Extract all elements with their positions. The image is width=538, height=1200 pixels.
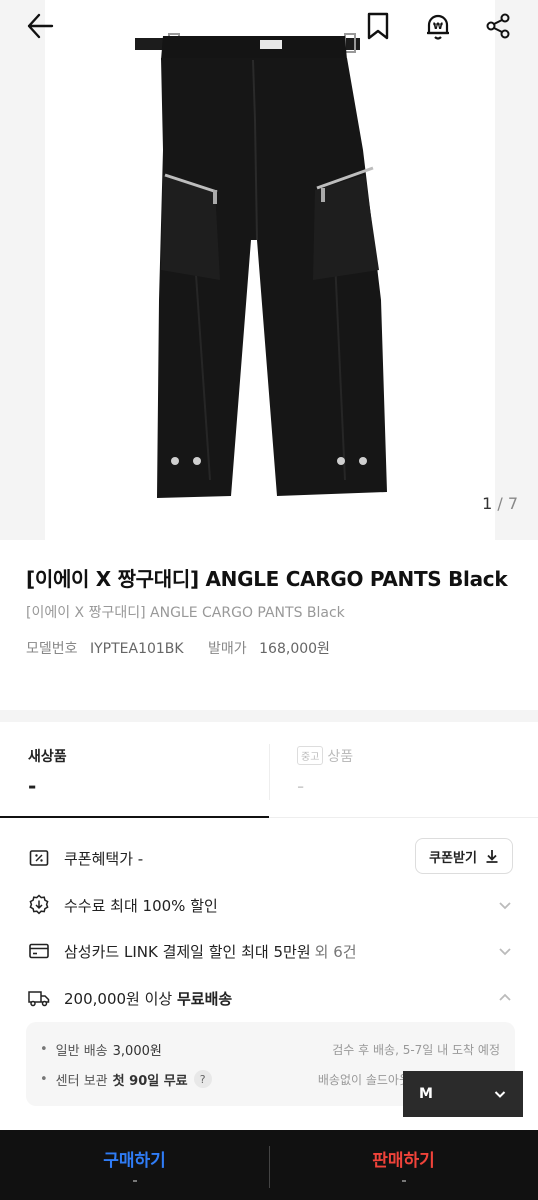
center-storage-strong: 첫 90일 무료 xyxy=(112,1073,188,1089)
free-shipping-strong: 무료배송 xyxy=(176,989,233,1008)
chevron-down-icon xyxy=(494,1091,506,1098)
coupon-percent-icon xyxy=(28,847,50,869)
top-navigation-bar: ₩ xyxy=(0,0,538,52)
product-image-area[interactable]: ₩ 1 / 7 xyxy=(0,0,538,540)
selected-size: M xyxy=(419,1086,433,1102)
get-coupon-button[interactable]: 쿠폰받기 xyxy=(415,838,513,874)
tab-new-price: - xyxy=(28,774,37,798)
free-shipping-prefix: 200,000원 이상 xyxy=(64,989,177,1008)
chevron-down-icon xyxy=(499,948,511,956)
download-icon xyxy=(486,850,498,863)
buy-price-dash xyxy=(133,1180,137,1182)
cargo-pants-image xyxy=(135,33,387,498)
coupon-price-label: 쿠폰혜택가 - xyxy=(64,849,144,868)
product-info: [이에이 X 짱구대디] ANGLE CARGO PANTS Black [이에… xyxy=(0,540,538,710)
fee-discount-label: 수수료 최대 100% 할인 xyxy=(64,896,218,915)
release-price-label: 발매가 xyxy=(208,641,247,657)
credit-card-icon xyxy=(28,940,50,962)
section-divider xyxy=(0,710,538,722)
standard-shipping-row: • 일반 배송 3,000원 검수 후 배송, 5-7일 내 도착 예정 xyxy=(40,1041,500,1059)
center-storage-note: 배송없이 솔드아웃 xyxy=(317,1072,410,1087)
chevron-up-icon xyxy=(499,993,511,1001)
won-bell-icon[interactable]: ₩ xyxy=(420,8,456,44)
model-number-value: IYPTEA101BK xyxy=(89,641,184,657)
product-title: [이에이 X 짱구대디] ANGLE CARGO PANTS Black xyxy=(26,567,508,591)
product-subtitle: [이에이 X 짱구대디] ANGLE CARGO PANTS Black xyxy=(26,605,345,621)
tab-used-product[interactable]: 중고 상품 - xyxy=(269,722,538,818)
standard-shipping-label: 일반 배송 xyxy=(55,1043,108,1059)
bookmark-icon[interactable] xyxy=(360,8,396,44)
product-meta: 모델번호 IYPTEA101BK 발매가 168,000원 xyxy=(26,638,512,658)
product-image[interactable] xyxy=(45,0,495,540)
center-storage-label: 센터 보관 xyxy=(55,1073,108,1089)
delivery-truck-icon xyxy=(28,987,50,1009)
sell-price-dash xyxy=(402,1180,406,1182)
fee-discount-icon xyxy=(28,894,50,916)
buy-button[interactable]: 구매하기 xyxy=(0,1130,269,1186)
size-select[interactable]: M xyxy=(403,1071,523,1117)
coupon-benefit-row: 쿠폰혜택가 - 쿠폰받기 xyxy=(28,838,513,878)
image-counter: 1 / 7 xyxy=(482,494,518,513)
tab-new-product[interactable]: 새상품 - xyxy=(0,722,269,818)
release-price-value: 168,000원 xyxy=(259,641,330,657)
tab-used-price: - xyxy=(297,774,305,798)
free-shipping-row[interactable]: 200,000원 이상 무료배송 xyxy=(28,978,513,1018)
card-discount-label: 삼성카드 LINK 결제일 할인 최대 5만원 xyxy=(64,942,311,961)
tab-new-label: 새상품 xyxy=(28,749,67,765)
bottom-action-bar: 구매하기 판매하기 xyxy=(0,1130,538,1200)
tab-used-label: 중고 상품 xyxy=(297,746,538,766)
used-badge: 중고 xyxy=(297,746,324,765)
chevron-down-icon xyxy=(499,902,511,910)
arrow-left-icon[interactable] xyxy=(22,8,58,44)
sell-button[interactable]: 판매하기 xyxy=(269,1130,538,1186)
condition-tabs: 새상품 - 중고 상품 - xyxy=(0,722,538,818)
standard-shipping-note: 검수 후 배송, 5-7일 내 도착 예정 xyxy=(332,1042,500,1057)
card-discount-extra: 외 6건 xyxy=(314,942,357,961)
svg-text:₩: ₩ xyxy=(433,22,443,32)
fee-discount-row[interactable]: 수수료 최대 100% 할인 xyxy=(28,885,513,925)
share-icon[interactable] xyxy=(480,8,516,44)
model-number-label: 모델번호 xyxy=(26,641,78,657)
standard-shipping-price: 3,000원 xyxy=(112,1043,162,1059)
card-discount-row[interactable]: 삼성카드 LINK 결제일 할인 최대 5만원 외 6건 xyxy=(28,931,513,971)
help-icon[interactable]: ? xyxy=(193,1070,212,1088)
